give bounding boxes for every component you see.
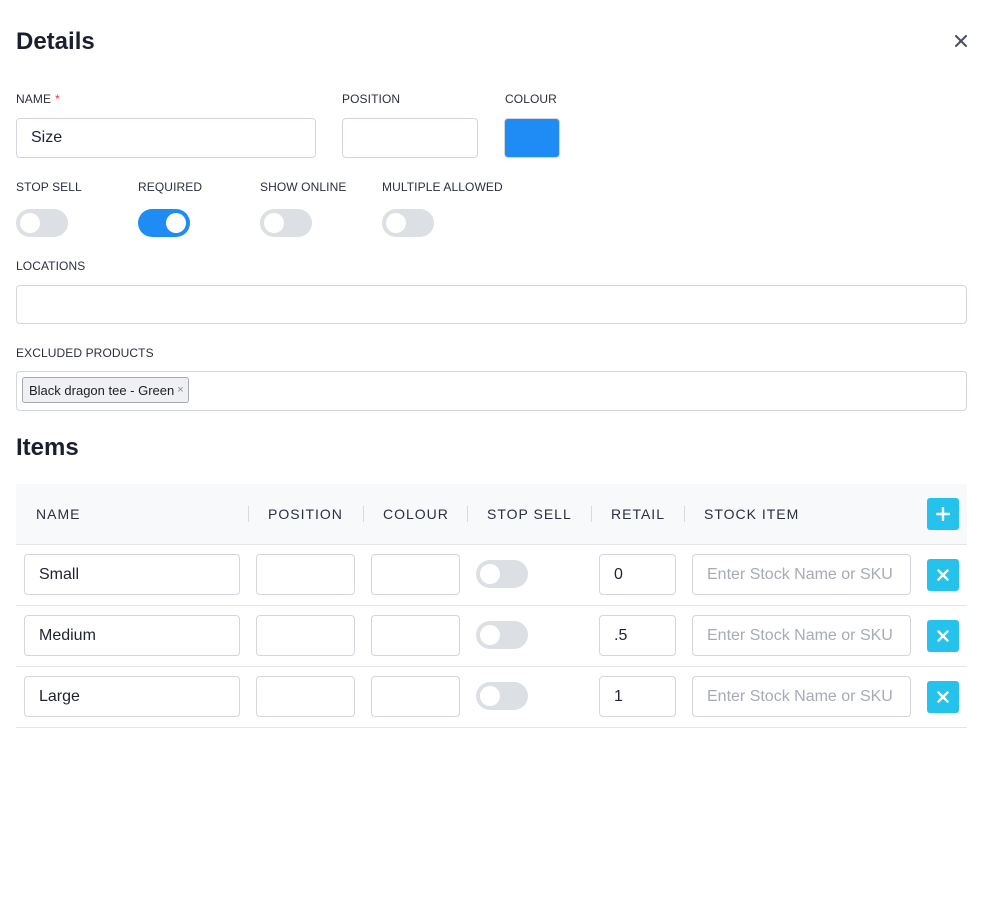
close-button[interactable]	[950, 30, 972, 52]
column-header-position: POSITION	[268, 506, 343, 522]
tag-remove-icon[interactable]: ×	[177, 384, 183, 396]
column-divider	[684, 506, 685, 522]
table-row	[16, 544, 967, 606]
x-icon	[937, 569, 949, 581]
item-stop-sell-toggle[interactable]	[476, 621, 528, 649]
colour-picker[interactable]	[504, 118, 560, 158]
toggle-knob	[480, 564, 500, 584]
position-input[interactable]	[342, 118, 478, 158]
excluded-products-input[interactable]: Black dragon tee - Green ×	[16, 371, 967, 411]
required-label: REQUIRED	[138, 180, 203, 194]
column-divider	[363, 506, 364, 522]
required-star: *	[55, 92, 60, 106]
stop-sell-label: STOP SELL	[16, 180, 82, 194]
multiple-allowed-toggle[interactable]	[382, 209, 434, 237]
item-stock-input[interactable]	[692, 615, 911, 656]
excluded-product-tag: Black dragon tee - Green ×	[22, 377, 189, 403]
stop-sell-toggle[interactable]	[16, 209, 68, 237]
column-divider	[467, 506, 468, 522]
item-stock-input[interactable]	[692, 676, 911, 717]
name-label: NAME *	[16, 92, 60, 106]
toggle-knob	[386, 213, 406, 233]
colour-label: COLOUR	[505, 92, 557, 106]
remove-item-button[interactable]	[927, 620, 959, 652]
item-stock-input[interactable]	[692, 554, 911, 595]
remove-item-button[interactable]	[927, 559, 959, 591]
column-header-stop-sell: STOP SELL	[487, 506, 572, 522]
item-colour-input[interactable]	[371, 615, 460, 656]
item-colour-input[interactable]	[371, 676, 460, 717]
toggle-knob	[264, 213, 284, 233]
x-icon	[937, 691, 949, 703]
close-icon	[955, 35, 967, 47]
item-name-input[interactable]	[24, 676, 240, 717]
column-divider	[248, 506, 249, 522]
remove-item-button[interactable]	[927, 681, 959, 713]
position-label: POSITION	[342, 92, 401, 106]
item-retail-input[interactable]	[599, 676, 676, 717]
toggle-knob	[166, 213, 186, 233]
name-label-text: NAME	[16, 92, 52, 106]
item-name-input[interactable]	[24, 554, 240, 595]
column-header-stock-item: STOCK ITEM	[704, 506, 800, 522]
item-stop-sell-toggle[interactable]	[476, 560, 528, 588]
column-header-retail: RETAIL	[611, 506, 665, 522]
item-retail-input[interactable]	[599, 554, 676, 595]
items-table-header: NAME POSITION COLOUR STOP SELL RETAIL ST…	[16, 484, 967, 545]
item-name-input[interactable]	[24, 615, 240, 656]
x-icon	[937, 630, 949, 642]
show-online-toggle[interactable]	[260, 209, 312, 237]
toggle-knob	[20, 213, 40, 233]
column-header-name: NAME	[36, 506, 81, 522]
toggle-knob	[480, 686, 500, 706]
column-header-colour: COLOUR	[383, 506, 449, 522]
show-online-label: SHOW ONLINE	[260, 180, 347, 194]
column-divider	[591, 506, 592, 522]
items-title: Items	[16, 434, 79, 461]
plus-icon	[936, 507, 950, 521]
table-row	[16, 666, 967, 728]
tag-label: Black dragon tee - Green	[29, 382, 175, 398]
multiple-allowed-label: MULTIPLE ALLOWED	[382, 180, 503, 194]
item-colour-input[interactable]	[371, 554, 460, 595]
item-retail-input[interactable]	[599, 615, 676, 656]
item-stop-sell-toggle[interactable]	[476, 682, 528, 710]
item-position-input[interactable]	[256, 676, 355, 717]
name-input[interactable]	[16, 118, 316, 158]
item-position-input[interactable]	[256, 554, 355, 595]
panel-title: Details	[16, 28, 95, 55]
item-position-input[interactable]	[256, 615, 355, 656]
excluded-products-label: EXCLUDED PRODUCTS	[16, 346, 154, 360]
add-item-button[interactable]	[927, 498, 959, 530]
required-toggle[interactable]	[138, 209, 190, 237]
table-row	[16, 605, 967, 667]
locations-input[interactable]	[16, 285, 967, 324]
locations-label: LOCATIONS	[16, 259, 86, 273]
toggle-knob	[480, 625, 500, 645]
